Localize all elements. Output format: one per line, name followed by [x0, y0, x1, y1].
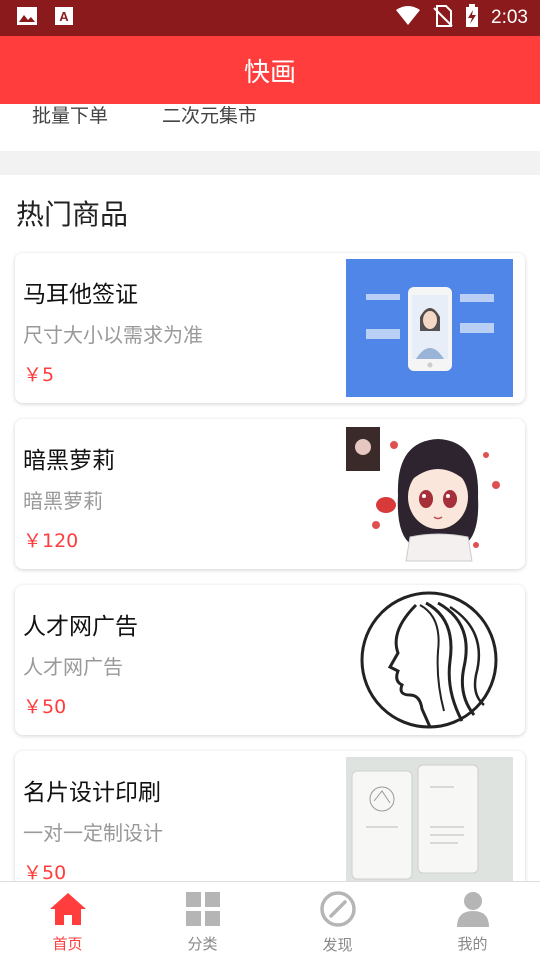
nav-home[interactable]: 首页 [0, 882, 135, 960]
product-thumbnail [346, 591, 513, 729]
product-desc: 尺寸大小以需求为准 [23, 323, 203, 347]
product-desc: 暗黑萝莉 [23, 489, 103, 513]
grid-icon [185, 891, 220, 926]
hot-products-section: 热门商品 马耳他签证 尺寸大小以需求为准 ￥5 暗黑萝莉 暗黑萝莉 ￥120 人… [0, 175, 540, 881]
image-notification-icon [16, 6, 38, 30]
product-desc: 人才网广告 [23, 655, 123, 679]
product-card[interactable]: 暗黑萝莉 暗黑萝莉 ￥120 [15, 419, 525, 569]
svg-text:A: A [59, 9, 69, 24]
page-title: 快画 [243, 57, 296, 88]
product-card[interactable]: 马耳他签证 尺寸大小以需求为准 ￥5 [15, 253, 525, 403]
quick-links: 批量下单 二次元集市 [0, 104, 540, 151]
battery-icon [465, 4, 479, 32]
status-time: 2:03 [491, 7, 528, 28]
nav-discover[interactable]: 发现 [270, 882, 405, 960]
nav-mine[interactable]: 我的 [405, 882, 540, 960]
product-name: 暗黑萝莉 [23, 448, 115, 474]
title-bar: 快画 [0, 36, 540, 104]
product-name: 马耳他签证 [23, 282, 138, 308]
nav-label: 分类 [187, 934, 218, 953]
section-title: 热门商品 [16, 198, 129, 231]
nav-label: 发现 [322, 935, 353, 954]
product-card[interactable]: 名片设计印刷 一对一定制设计 ￥50 [15, 751, 525, 881]
product-name: 人才网广告 [23, 614, 138, 640]
nav-category[interactable]: 分类 [135, 882, 270, 960]
product-price: ￥5 [23, 364, 55, 386]
font-notification-icon: A [54, 6, 74, 30]
product-price: ￥50 [23, 862, 67, 881]
product-desc: 一对一定制设计 [23, 821, 163, 845]
status-bar: A 2:03 [0, 0, 540, 36]
product-price: ￥50 [23, 696, 67, 718]
nav-label: 首页 [52, 934, 83, 953]
product-thumbnail [346, 757, 513, 881]
quick-link-batch-order[interactable]: 批量下单 [32, 104, 108, 128]
product-price: ￥120 [23, 530, 79, 552]
main-content[interactable]: 批量下单 二次元集市 热门商品 马耳他签证 尺寸大小以需求为准 ￥5 暗黑萝莉 … [0, 104, 540, 881]
no-sim-icon [433, 5, 453, 31]
quick-link-acg-market[interactable]: 二次元集市 [162, 104, 257, 128]
bottom-nav: 首页 分类 发现 我的 [0, 881, 540, 960]
section-divider [0, 151, 540, 175]
compass-icon [319, 890, 356, 927]
home-icon [49, 892, 86, 925]
wifi-icon [395, 6, 421, 30]
product-thumbnail [346, 425, 513, 563]
product-name: 名片设计印刷 [23, 780, 161, 806]
person-icon [456, 891, 489, 927]
nav-label: 我的 [457, 934, 488, 953]
product-card[interactable]: 人才网广告 人才网广告 ￥50 [15, 585, 525, 735]
product-thumbnail [346, 259, 513, 397]
